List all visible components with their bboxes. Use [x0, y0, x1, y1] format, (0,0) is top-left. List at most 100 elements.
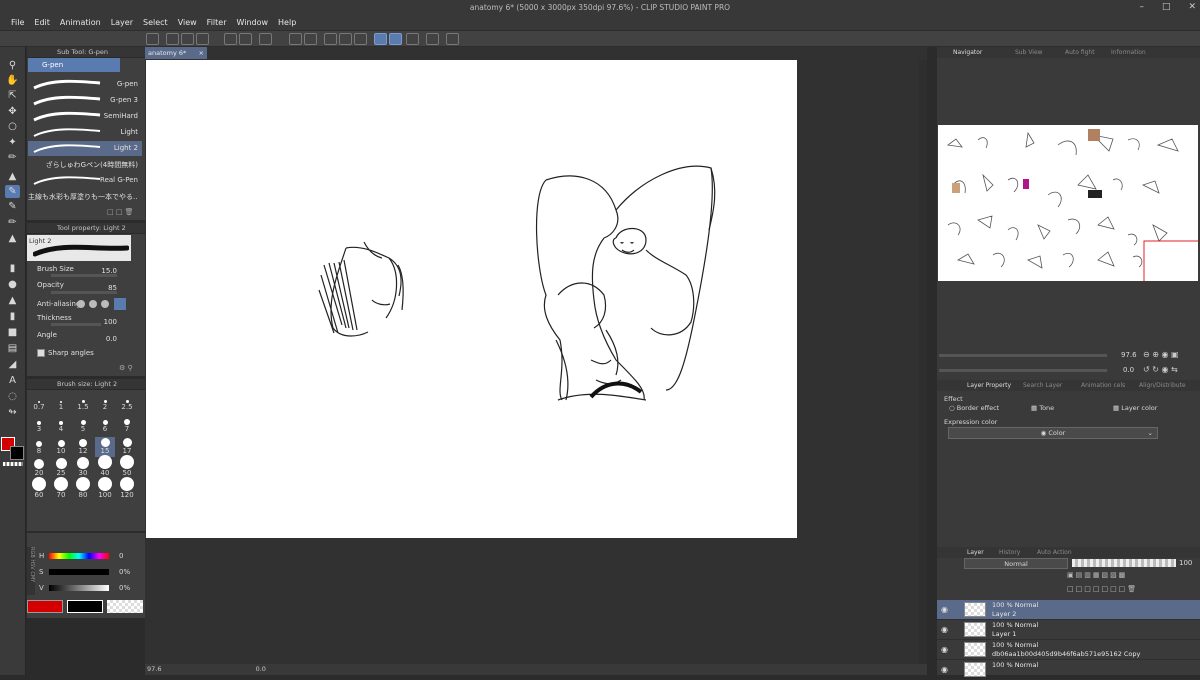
select-all-icon[interactable] — [259, 33, 272, 45]
transparent-chip[interactable] — [107, 600, 143, 613]
brush-size-option[interactable]: 2.5 — [117, 393, 137, 413]
navigator-rotate-buttons[interactable]: ↺ ↻ ◉ ⇆ — [1143, 365, 1199, 375]
subtool-group-tab[interactable]: G-pen — [28, 58, 120, 72]
gradient-icon[interactable]: ▮ — [5, 310, 20, 323]
brush-icon[interactable]: ✏ — [5, 216, 20, 229]
tab-animation-cels[interactable]: Animation cels — [1071, 380, 1125, 391]
crop-icon[interactable] — [354, 33, 367, 45]
fill-tool-icon[interactable]: ▲ — [5, 294, 20, 307]
border-effect-button[interactable]: ○ Border effect — [949, 404, 1029, 414]
hue-slider[interactable] — [49, 553, 109, 559]
ruler-icon[interactable]: ◢ — [5, 358, 20, 371]
tab-auto-action[interactable]: Auto Action — [1027, 547, 1072, 558]
tab-search-layer[interactable]: Search Layer — [1013, 380, 1062, 391]
eyedropper-icon[interactable]: ✏ — [5, 151, 20, 164]
brush-size-option[interactable]: 70 — [51, 477, 71, 501]
thickness-value[interactable]: 100 — [93, 318, 117, 326]
save-icon[interactable] — [196, 33, 209, 45]
navigator-angle-value[interactable]: 0.0 — [1123, 366, 1134, 374]
redo-icon[interactable] — [239, 33, 252, 45]
help-icon[interactable] — [446, 33, 459, 45]
pencil-icon[interactable]: ✎ — [5, 200, 20, 213]
menu-file[interactable]: File — [6, 15, 29, 30]
zoom-readout[interactable]: 97.6 — [147, 665, 161, 673]
layer-tool-icons[interactable]: ▣▤▥▦▧▨▩ — [1067, 571, 1199, 581]
brush-size-option[interactable]: 7 — [117, 415, 137, 435]
value-slider[interactable] — [49, 585, 109, 591]
subtool-actions[interactable]: □ □ 🗑 — [107, 208, 141, 217]
brush-item[interactable]: G-pen 3 — [28, 93, 142, 108]
brush-size-option[interactable]: 5 — [73, 415, 93, 435]
undo-icon[interactable] — [224, 33, 237, 45]
snap-grid-icon[interactable] — [389, 33, 402, 45]
brush-item[interactable]: ざらしゅわGペン(4時間無料) — [28, 157, 142, 172]
brush-size-option[interactable]: 60 — [29, 477, 49, 501]
brush-size-option[interactable]: 100 — [95, 477, 115, 501]
snap-ruler-icon[interactable] — [374, 33, 387, 45]
fill-icon[interactable] — [289, 33, 302, 45]
menu-filter[interactable]: Filter — [202, 15, 232, 30]
layer-row[interactable]: ◉ 100 % Normal — [937, 660, 1200, 680]
menu-animation[interactable]: Animation — [55, 15, 106, 30]
brush-item[interactable]: Light — [28, 125, 142, 140]
main-color-chip[interactable] — [27, 600, 63, 613]
visibility-eye-icon[interactable]: ◉ — [941, 645, 948, 654]
figure-icon[interactable]: ■ — [5, 326, 20, 339]
menu-layer[interactable]: Layer — [106, 15, 138, 30]
tab-auto-fight[interactable]: Auto fight — [1055, 47, 1095, 58]
menu-select[interactable]: Select — [138, 15, 173, 30]
saturation-slider[interactable] — [49, 569, 109, 575]
hand-icon[interactable]: ✋ — [5, 74, 20, 87]
opacity-value[interactable]: 85 — [93, 284, 117, 292]
frame-icon[interactable]: ▤ — [5, 342, 20, 355]
brush-size-option[interactable]: 80 — [73, 477, 93, 501]
tab-sub-view[interactable]: Sub View — [1005, 47, 1043, 58]
brush-size-option[interactable]: 3 — [29, 415, 49, 435]
angle-value[interactable]: 0.0 — [93, 335, 117, 343]
tab-information[interactable]: Information — [1101, 47, 1146, 58]
operation-icon[interactable]: ⇱ — [5, 89, 20, 102]
navigator-zoom-buttons[interactable]: ⊖ ⊕ ◉ ▣ — [1143, 350, 1199, 360]
brush-size-option[interactable]: 1.5 — [73, 393, 93, 413]
menu-edit[interactable]: Edit — [29, 15, 55, 30]
text-icon[interactable]: A — [5, 374, 20, 387]
navigator-rotate-slider[interactable] — [939, 369, 1107, 372]
open-icon[interactable] — [181, 33, 194, 45]
brush-size-option[interactable]: 12 — [73, 437, 93, 457]
snap-perspective-icon[interactable] — [406, 33, 419, 45]
close-icon[interactable]: ✕ — [1188, 0, 1196, 14]
brush-size-option[interactable]: 6 — [95, 415, 115, 435]
minimize-icon[interactable]: – — [1139, 0, 1144, 14]
clear-icon[interactable] — [324, 33, 337, 45]
clear-selection-icon[interactable] — [339, 33, 352, 45]
clip-studio-icon[interactable] — [146, 33, 159, 45]
smartphone-icon[interactable] — [426, 33, 439, 45]
balloon-icon[interactable]: ◌ — [5, 390, 20, 403]
brush-size-option[interactable]: 40 — [95, 455, 115, 479]
layer-row[interactable]: ◉ 100 % Normal Layer 2 — [937, 600, 1200, 620]
tab-history[interactable]: History — [989, 547, 1020, 558]
tab-layer[interactable]: Layer — [957, 547, 984, 558]
layer-action-icons[interactable]: □□□□□□□🗑 — [1067, 585, 1199, 595]
menu-view[interactable]: View — [173, 15, 202, 30]
visibility-eye-icon[interactable]: ◉ — [941, 625, 948, 634]
close-tab-icon[interactable]: × — [199, 47, 207, 59]
maximize-icon[interactable]: □ — [1162, 0, 1171, 14]
tab-align-distribute[interactable]: Align/Distribute — [1129, 380, 1186, 391]
sub-color-swatch[interactable] — [10, 446, 24, 460]
layer-row[interactable]: ◉ 100 % Normal Layer 1 — [937, 620, 1200, 640]
lasso-icon[interactable]: ○ — [5, 120, 20, 133]
visibility-eye-icon[interactable]: ◉ — [941, 665, 948, 674]
sharp-angles-checkbox[interactable] — [37, 349, 45, 357]
move-icon[interactable]: ✥ — [5, 105, 20, 118]
brush-size-option[interactable]: 4 — [51, 415, 71, 435]
brush-size-option[interactable]: 25 — [51, 458, 71, 479]
brush-size-option[interactable]: 10 — [51, 437, 71, 457]
brush-size-option[interactable]: 17 — [117, 437, 137, 457]
expression-color-dropdown[interactable]: ◉ Color ⌄ — [948, 427, 1158, 439]
brush-size-option[interactable]: 2 — [95, 393, 115, 413]
brush-size-option[interactable]: 120 — [117, 477, 137, 501]
layer-color-button[interactable]: ▦ Layer color — [1113, 404, 1193, 414]
brush-item[interactable]: Real G-Pen — [28, 173, 142, 188]
navigator-zoom-value[interactable]: 97.6 — [1121, 351, 1137, 359]
